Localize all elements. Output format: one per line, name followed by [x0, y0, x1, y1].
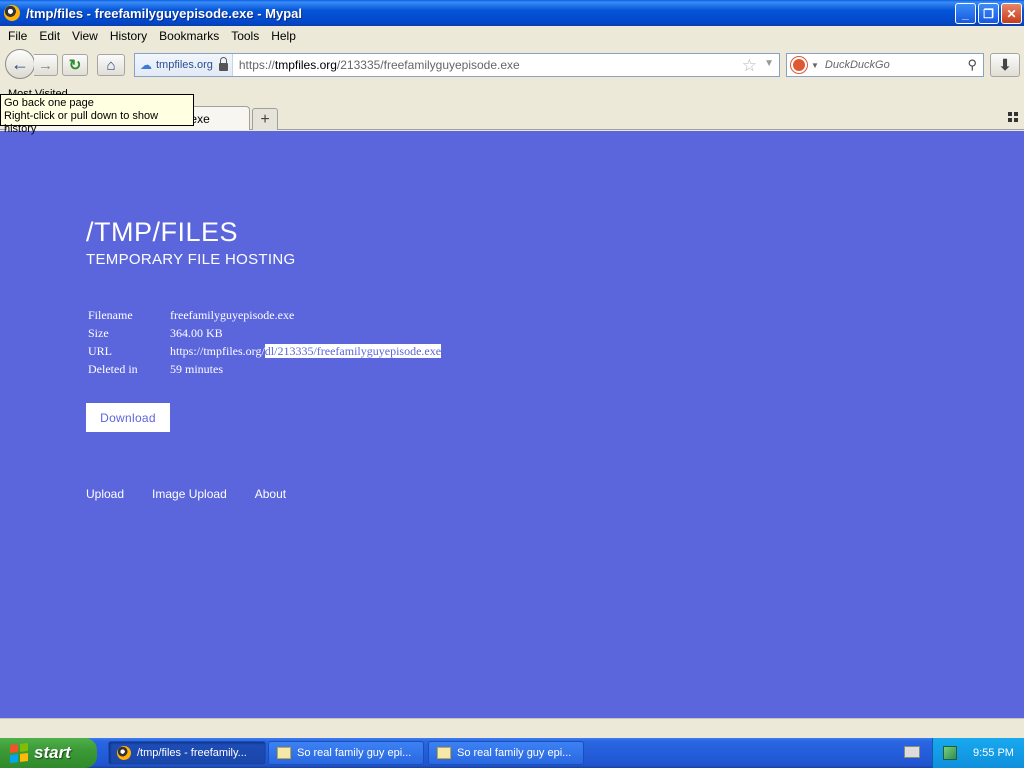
back-button-tooltip: Go back one page Right-click or pull dow…: [0, 94, 194, 135]
menu-help[interactable]: Help: [265, 29, 302, 43]
file-url-selected: dl/213335/freefamilyguyepisode.exe: [264, 344, 442, 358]
back-arrow-icon: ←: [11, 53, 29, 74]
keyboard-icon[interactable]: [904, 746, 920, 758]
file-info-row: Deleted in 59 minutes: [88, 360, 441, 378]
taskbar: start /tmp/files - freefamily... So real…: [0, 738, 1024, 768]
url-dropdown-icon[interactable]: ▼: [764, 58, 774, 69]
menu-bar: File Edit View History Bookmarks Tools H…: [0, 26, 1024, 46]
file-info-table: Filename freefamilyguyepisode.exe Size 3…: [88, 306, 442, 378]
windows-logo-icon: [10, 743, 28, 763]
taskbar-item-folder[interactable]: So real family guy epi...: [428, 741, 584, 765]
window-title: /tmp/files - freefamilyguyepisode.exe - …: [26, 5, 302, 21]
search-bar[interactable]: ▼ DuckDuckGo ⚲: [786, 53, 984, 77]
file-info-row: Size 364.00 KB: [88, 324, 441, 342]
tooltip-line-1: Go back one page: [4, 97, 94, 109]
footer-nav: Upload Image Upload About: [86, 487, 286, 501]
downloads-button[interactable]: ⬇: [990, 53, 1020, 77]
start-label: start: [34, 743, 71, 762]
size-label: Size: [88, 326, 109, 340]
home-button[interactable]: ⌂: [97, 54, 125, 76]
menu-history[interactable]: History: [104, 29, 153, 43]
forward-arrow-icon: →: [38, 56, 53, 74]
duckduckgo-icon[interactable]: [791, 57, 807, 73]
menu-file[interactable]: File: [2, 29, 33, 43]
taskbar-item-label: So real family guy epi...: [297, 747, 412, 759]
deleted-value: 59 minutes: [170, 362, 223, 376]
url-domain: tmpfiles.org: [274, 58, 337, 72]
taskbar-item-mypal[interactable]: /tmp/files - freefamily...: [108, 741, 266, 765]
menu-edit[interactable]: Edit: [33, 29, 66, 43]
clock[interactable]: 9:55 PM: [973, 747, 1014, 759]
tooltip-line-2: Right-click or pull down to show history: [4, 110, 159, 135]
mypal-app-icon: [117, 746, 131, 760]
taskbar-item-folder[interactable]: So real family guy epi...: [268, 741, 424, 765]
url-scheme: https://: [238, 58, 275, 72]
menu-bookmarks[interactable]: Bookmarks: [153, 29, 225, 43]
site-identity-button[interactable]: ☁ tmpfiles.org: [135, 54, 233, 76]
taskbar-item-label: So real family guy epi...: [457, 747, 572, 759]
file-url-link[interactable]: https://tmpfiles.org/dl/213335/freefamil…: [170, 342, 442, 360]
file-url-plain: https://tmpfiles.org/: [170, 344, 265, 358]
title-bar: /tmp/files - freefamilyguyepisode.exe - …: [0, 0, 1024, 26]
page-content: /TMP/FILES TEMPORARY FILE HOSTING Filena…: [0, 131, 1024, 718]
filename-value: freefamilyguyepisode.exe: [170, 308, 295, 322]
tab-groups-icon[interactable]: [1008, 112, 1018, 122]
taskbar-item-label: /tmp/files - freefamily...: [137, 747, 247, 759]
folder-icon: [277, 747, 291, 759]
system-tray: 9:55 PM: [932, 738, 1024, 768]
image-upload-link[interactable]: Image Upload: [152, 487, 227, 501]
url-input[interactable]: https://tmpfiles.org/213335/freefamilygu…: [239, 58, 520, 72]
download-arrow-icon: ⬇: [998, 57, 1012, 74]
forward-button[interactable]: →: [34, 54, 58, 76]
lock-icon: [218, 57, 228, 71]
search-input[interactable]: DuckDuckGo: [825, 59, 890, 71]
deleted-label: Deleted in: [88, 362, 138, 376]
reload-icon: ↻: [68, 57, 82, 74]
navigation-toolbar: ← → ↻ ⌂ ☁ tmpfiles.org https://tmpfiles.…: [0, 46, 1024, 84]
network-icon[interactable]: [943, 746, 957, 760]
bookmark-star-icon[interactable]: ☆: [742, 56, 757, 76]
menu-view[interactable]: View: [66, 29, 104, 43]
close-button[interactable]: ✕: [1001, 3, 1022, 24]
back-button[interactable]: ←: [5, 49, 35, 79]
new-tab-button[interactable]: +: [252, 108, 278, 130]
url-path: /213335/freefamilyguyepisode.exe: [336, 58, 520, 72]
status-bar: [0, 718, 1024, 738]
site-identity-label: tmpfiles.org: [156, 59, 213, 71]
search-engine-dropdown-icon[interactable]: ▼: [811, 61, 819, 70]
file-info-row: Filename freefamilyguyepisode.exe: [88, 306, 441, 324]
start-button[interactable]: start: [0, 738, 97, 768]
about-link[interactable]: About: [255, 487, 286, 501]
folder-icon: [437, 747, 451, 759]
file-info-row: URL https://tmpfiles.org/dl/213335/freef…: [88, 342, 442, 360]
upload-link[interactable]: Upload: [86, 487, 124, 501]
mypal-app-icon[interactable]: [4, 5, 20, 21]
search-icon[interactable]: ⚲: [967, 57, 977, 73]
page-subtitle: TEMPORARY FILE HOSTING: [86, 251, 296, 268]
url-bar[interactable]: ☁ tmpfiles.org https://tmpfiles.org/2133…: [134, 53, 780, 77]
minimize-button[interactable]: _: [955, 3, 976, 24]
url-label: URL: [88, 344, 112, 358]
filename-label: Filename: [88, 308, 133, 322]
cloud-icon: ☁: [140, 58, 152, 72]
home-icon: ⌂: [106, 56, 116, 74]
menu-tools[interactable]: Tools: [225, 29, 265, 43]
download-button[interactable]: Download: [86, 403, 170, 432]
page-title: /TMP/FILES: [86, 217, 239, 247]
size-value: 364.00 KB: [170, 326, 223, 340]
reload-button[interactable]: ↻: [62, 54, 88, 76]
maximize-button[interactable]: ❐: [978, 3, 999, 24]
